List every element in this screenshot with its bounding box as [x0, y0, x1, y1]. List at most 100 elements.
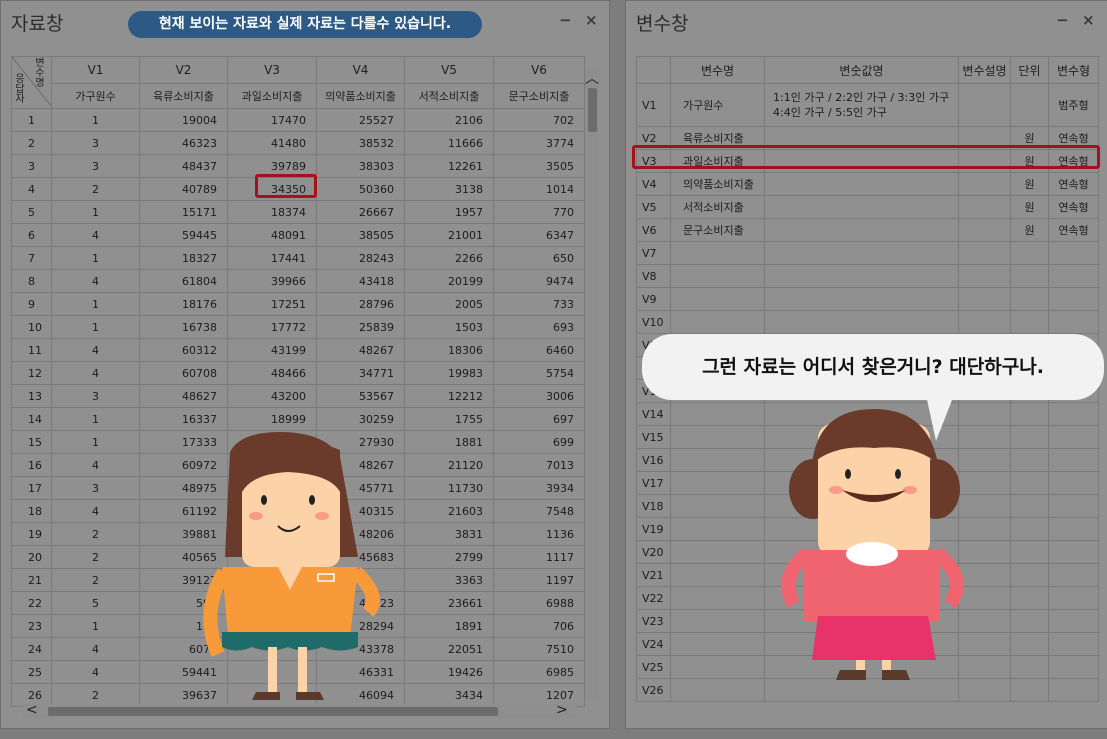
var-type-cell[interactable] — [1048, 494, 1099, 518]
var-id-cell[interactable]: V10 — [636, 310, 671, 334]
data-cell[interactable]: 770 — [493, 200, 585, 224]
row-number-cell[interactable]: 12 — [11, 361, 52, 385]
row-number-cell[interactable]: 2 — [11, 131, 52, 155]
var-id-cell[interactable]: V26 — [636, 678, 671, 702]
var-type-cell[interactable]: 범주형 — [1048, 83, 1099, 127]
var-type-cell[interactable] — [1048, 517, 1099, 541]
data-cell[interactable]: 17772 — [227, 315, 317, 339]
data-cell[interactable]: 6460 — [493, 338, 585, 362]
var-type-cell[interactable]: 연속형 — [1048, 172, 1099, 196]
data-cell[interactable]: 7548 — [493, 499, 585, 523]
data-cell[interactable]: 1891 — [404, 614, 494, 638]
var-name-cell[interactable] — [670, 494, 765, 518]
var-id-cell[interactable]: V17 — [636, 471, 671, 495]
row-number-cell[interactable]: 19 — [11, 522, 52, 546]
data-cell[interactable]: 21001 — [404, 223, 494, 247]
row-number-cell[interactable]: 11 — [11, 338, 52, 362]
variable-row[interactable]: V9 — [636, 287, 1099, 311]
var-id-cell[interactable]: V4 — [636, 172, 671, 196]
var-name-cell[interactable] — [670, 448, 765, 472]
data-cell[interactable]: 4 — [51, 453, 140, 477]
data-cell[interactable]: 11730 — [404, 476, 494, 500]
data-cell[interactable]: 2799 — [404, 545, 494, 569]
row-number-cell[interactable]: 3 — [11, 154, 52, 178]
row-number-cell[interactable]: 9 — [11, 292, 52, 316]
var-name-cell[interactable] — [670, 632, 765, 656]
horizontal-scroll-thumb[interactable] — [48, 707, 498, 716]
data-cell[interactable]: 7510 — [493, 637, 585, 661]
data-cell[interactable]: 7013 — [493, 453, 585, 477]
data-cell[interactable]: 48627 — [139, 384, 228, 408]
data-cell[interactable]: 4 — [51, 660, 140, 684]
var-values-cell[interactable] — [764, 264, 959, 288]
var-values-cell[interactable] — [764, 310, 959, 334]
data-cell[interactable]: 1 — [51, 407, 140, 431]
var-name-cell[interactable] — [670, 609, 765, 633]
var-name-cell[interactable] — [670, 540, 765, 564]
col-header-v5[interactable]: V5 — [404, 56, 494, 84]
var-type-cell[interactable] — [1048, 402, 1099, 426]
var-unit-cell[interactable] — [1010, 264, 1049, 288]
col-header-v6[interactable]: V6 — [493, 56, 585, 84]
row-number-cell[interactable]: 20 — [11, 545, 52, 569]
col-header-v1[interactable]: V1 — [51, 56, 140, 84]
row-number-cell[interactable]: 8 — [11, 269, 52, 293]
row-number-cell[interactable]: 25 — [11, 660, 52, 684]
data-cell[interactable]: 2005 — [404, 292, 494, 316]
data-cell[interactable]: 2 — [51, 522, 140, 546]
var-unit-cell[interactable] — [1010, 448, 1049, 472]
var-id-cell[interactable]: V7 — [636, 241, 671, 265]
data-cell[interactable]: 43200 — [227, 384, 317, 408]
data-cell[interactable]: 19983 — [404, 361, 494, 385]
var-id-cell[interactable]: V1 — [636, 83, 671, 127]
var-unit-cell[interactable] — [1010, 494, 1049, 518]
var-type-cell[interactable] — [1048, 448, 1099, 472]
var-type-cell[interactable]: 연속형 — [1048, 218, 1099, 242]
data-horizontal-scrollbar[interactable] — [22, 704, 577, 718]
var-type-cell[interactable] — [1048, 241, 1099, 265]
var-values-cell[interactable]: 1:1인 가구 / 2:2인 가구 / 3:3인 가구 4:4인 가구 / 5:5… — [764, 83, 959, 127]
col-header-v4[interactable]: V4 — [316, 56, 405, 84]
var-id-cell[interactable]: V14 — [636, 402, 671, 426]
var-id-cell[interactable]: V16 — [636, 448, 671, 472]
var-name-cell[interactable]: 의약품소비지출 — [670, 172, 765, 196]
data-cell[interactable]: 1503 — [404, 315, 494, 339]
data-cell[interactable]: 3 — [51, 131, 140, 155]
variable-row[interactable]: V10 — [636, 310, 1099, 334]
row-number-cell[interactable]: 4 — [11, 177, 52, 201]
row-number-cell[interactable]: 6 — [11, 223, 52, 247]
var-desc-cell[interactable] — [958, 83, 1011, 127]
data-cell[interactable]: 4 — [51, 637, 140, 661]
var-desc-cell[interactable] — [958, 218, 1011, 242]
data-cell[interactable]: 25839 — [316, 315, 405, 339]
var-unit-cell[interactable] — [1010, 632, 1049, 656]
var-type-cell[interactable] — [1048, 287, 1099, 311]
row-number-cell[interactable]: 21 — [11, 568, 52, 592]
data-cell[interactable]: 2106 — [404, 108, 494, 132]
variable-row[interactable]: V6 문구소비지출 원 연속형 — [636, 218, 1099, 242]
minimize-button[interactable]: − — [559, 11, 572, 29]
data-cell[interactable]: 3 — [51, 154, 140, 178]
data-cell[interactable]: 1117 — [493, 545, 585, 569]
var-type-cell[interactable] — [1048, 264, 1099, 288]
var-unit-cell[interactable]: 원 — [1010, 218, 1049, 242]
var-name-cell[interactable] — [670, 563, 765, 587]
var-id-cell[interactable]: V18 — [636, 494, 671, 518]
var-id-cell[interactable]: V24 — [636, 632, 671, 656]
var-name-cell[interactable] — [670, 425, 765, 449]
data-cell[interactable]: 2266 — [404, 246, 494, 270]
data-cell[interactable]: 1014 — [493, 177, 585, 201]
data-cell[interactable]: 53567 — [316, 384, 405, 408]
data-cell[interactable]: 38303 — [316, 154, 405, 178]
data-cell[interactable]: 34771 — [316, 361, 405, 385]
data-cell[interactable]: 30259 — [316, 407, 405, 431]
data-cell[interactable]: 1881 — [404, 430, 494, 454]
var-id-cell[interactable]: V25 — [636, 655, 671, 679]
data-vertical-scrollbar[interactable] — [585, 68, 599, 700]
variable-row[interactable]: V1 가구원수 1:1인 가구 / 2:2인 가구 / 3:3인 가구 4:4인 가구… — [636, 83, 1099, 127]
data-cell[interactable]: 697 — [493, 407, 585, 431]
data-cell[interactable]: 4 — [51, 361, 140, 385]
var-unit-cell[interactable] — [1010, 655, 1049, 679]
var-name-cell[interactable] — [670, 264, 765, 288]
data-cell[interactable]: 17441 — [227, 246, 317, 270]
